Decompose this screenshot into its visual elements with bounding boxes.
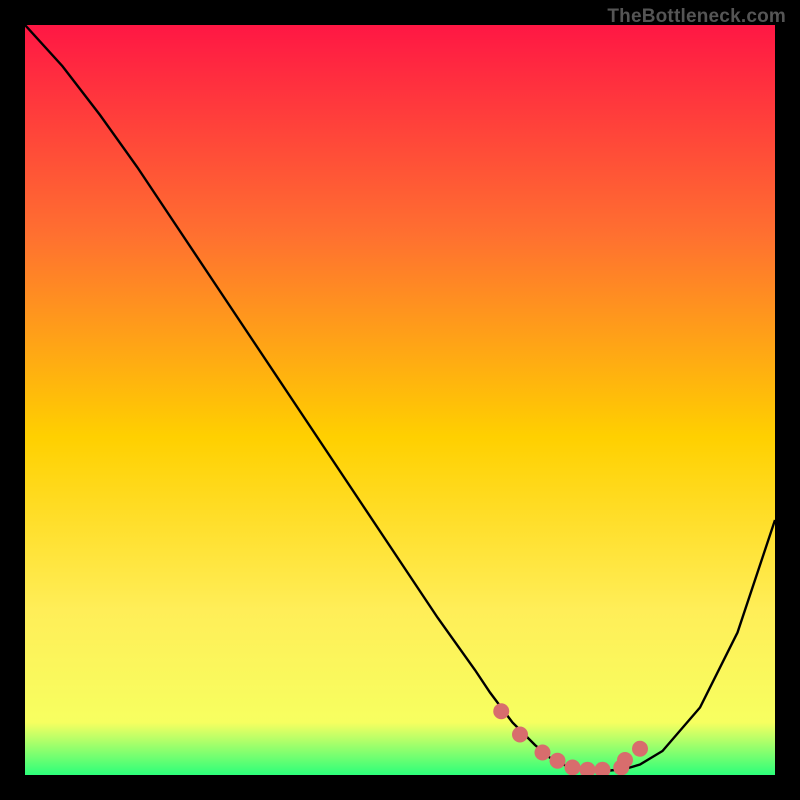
- marker-point: [632, 741, 648, 757]
- chart-area: [25, 25, 775, 775]
- chart-svg: [25, 25, 775, 775]
- gradient-background: [25, 25, 775, 775]
- marker-point: [617, 752, 633, 768]
- marker-point: [565, 760, 581, 776]
- marker-point: [535, 745, 551, 761]
- marker-point: [550, 753, 566, 769]
- marker-point: [493, 703, 509, 719]
- marker-point: [512, 727, 528, 743]
- watermark-text: TheBottleneck.com: [607, 6, 786, 28]
